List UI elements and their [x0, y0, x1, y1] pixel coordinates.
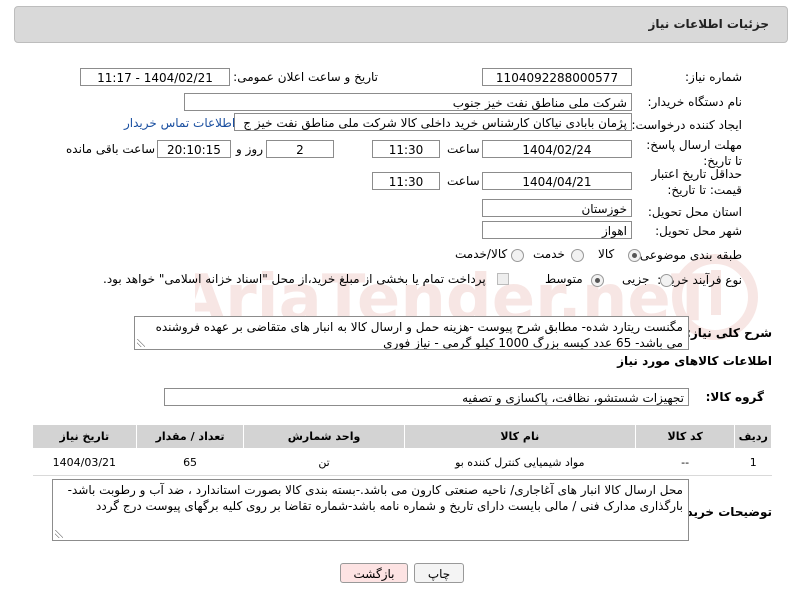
- goods-table: ردیف کد کالا نام کالا واحد شمارش تعداد /…: [32, 424, 772, 476]
- remaining-time-field: 20:10:15: [157, 140, 231, 158]
- table-row: 1 -- مواد شیمیایی کنترل کننده بو تن 65 1…: [32, 448, 772, 476]
- delivery-province-label: استان محل تحویل:: [647, 205, 742, 219]
- category-goods-service-label: کالا/خدمت: [455, 247, 508, 261]
- col-need-date: تاریخ نیاز: [32, 424, 137, 449]
- purchase-minor-radio[interactable]: [660, 274, 673, 287]
- category-label: طبقه بندی موضوعی:: [635, 248, 742, 262]
- reply-time-field: 11:30: [372, 140, 440, 158]
- print-button[interactable]: چاپ: [414, 563, 464, 583]
- day-and-label: روز و: [236, 142, 263, 156]
- cell-unit: تن: [243, 448, 405, 476]
- city-field: اهواز: [482, 221, 632, 239]
- purchase-medium-label: متوسط: [545, 272, 583, 286]
- col-quantity: تعداد / مقدار: [135, 424, 245, 449]
- request-creator-label: ایجاد کننده درخواست:: [631, 118, 742, 132]
- general-desc-label: شرح کلی نیاز:: [686, 326, 772, 340]
- hours-remaining-label: ساعت باقی مانده: [66, 142, 156, 156]
- buyer-notes-text: محل ارسال کالا انبار های آغاجاری/ ناحیه …: [67, 483, 683, 513]
- purchase-minor-label: جزیی: [622, 272, 650, 286]
- price-date-field: 1404/04/21: [482, 172, 632, 190]
- purchase-medium-radio[interactable]: [591, 274, 604, 287]
- buyer-org-label: نام دستگاه خریدار:: [647, 95, 743, 109]
- delivery-city-label: شهر محل تحویل:: [655, 224, 742, 238]
- announce-datetime-field: 1404/02/21 - 11:17: [80, 68, 230, 86]
- days-remaining-field: 2: [266, 140, 334, 158]
- buyer-notes-textarea[interactable]: محل ارسال کالا انبار های آغاجاری/ ناحیه …: [52, 479, 689, 541]
- category-service-label: خدمت: [533, 247, 565, 261]
- general-desc-text: مگنست ریتارد شده- مطابق شرح پیوست -هزینه…: [155, 320, 683, 350]
- header-panel: جزئیات اطلاعات نیاز: [14, 6, 788, 43]
- price-time-label: ساعت: [447, 174, 480, 188]
- cell-code: --: [635, 448, 735, 476]
- category-goods-label: کالا: [598, 247, 615, 261]
- cell-quantity: 65: [136, 448, 244, 476]
- cell-row: 1: [734, 448, 772, 476]
- request-creator-field: پژمان بابادی نیاکان کارشناس خرید داخلی ک…: [234, 113, 632, 131]
- treasury-payment-note: پرداخت تمام یا بخشی از مبلغ خرید،از محل …: [103, 272, 486, 286]
- resize-grip-icon[interactable]: [137, 339, 145, 347]
- announce-datetime-label: تاریخ و ساعت اعلان عمومی:: [233, 70, 378, 84]
- need-number-field: 1104092288000577: [482, 68, 632, 86]
- goods-group-field: تجهیزات شستشو، نظافت، پاکسازی و تصفیه: [164, 388, 689, 406]
- page-title: جزئیات اطلاعات نیاز: [648, 17, 769, 31]
- cell-need-date: 1404/03/21: [32, 448, 137, 476]
- goods-table-header: ردیف کد کالا نام کالا واحد شمارش تعداد /…: [32, 424, 772, 449]
- price-time-field: 11:30: [372, 172, 440, 190]
- category-goods-radio[interactable]: [628, 249, 641, 262]
- goods-info-heading: اطلاعات کالاهای مورد نیاز: [617, 354, 772, 368]
- category-service-radio[interactable]: [571, 249, 584, 262]
- need-number-label: شماره نیاز:: [685, 70, 742, 84]
- back-button[interactable]: بازگشت: [340, 563, 408, 583]
- reply-date-field: 1404/02/24: [482, 140, 632, 158]
- col-row: ردیف: [734, 424, 772, 449]
- treasury-payment-checkbox[interactable]: [497, 273, 509, 285]
- resize-grip-icon[interactable]: [55, 530, 63, 538]
- province-field: خوزستان: [482, 199, 632, 217]
- reply-time-label: ساعت: [447, 142, 480, 156]
- col-code: کد کالا: [634, 424, 736, 449]
- reply-deadline-label: مهلت ارسال پاسخ: تا تاریخ:: [646, 138, 742, 168]
- general-desc-textarea[interactable]: مگنست ریتارد شده- مطابق شرح پیوست -هزینه…: [134, 316, 689, 350]
- col-name: نام کالا: [403, 424, 636, 449]
- category-goods-service-radio[interactable]: [511, 249, 524, 262]
- buyer-contact-link[interactable]: اطلاعات تماس خریدار: [124, 116, 235, 130]
- cell-name: مواد شیمیایی کنترل کننده بو: [404, 448, 636, 476]
- price-validity-label: حداقل تاریخ اعتبار قیمت: تا تاریخ:: [651, 167, 742, 197]
- buyer-org-field: شرکت ملی مناطق نفت خیز جنوب: [184, 93, 632, 111]
- goods-group-label: گروه کالا:: [705, 390, 764, 404]
- col-unit: واحد شمارش: [243, 424, 405, 449]
